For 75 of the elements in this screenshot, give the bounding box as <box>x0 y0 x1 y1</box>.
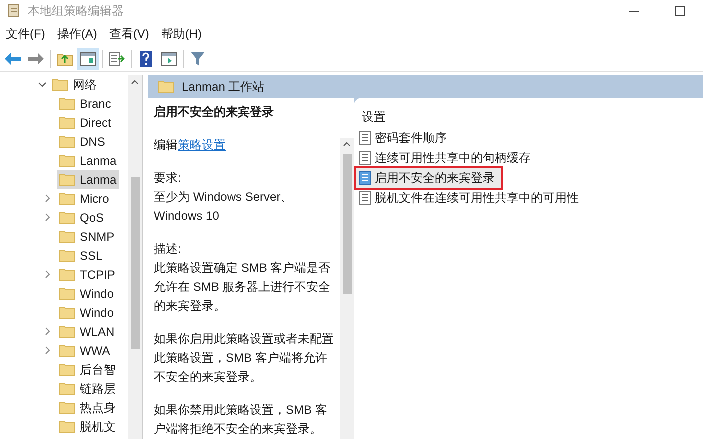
window-title: 本地组策略编辑器 <box>28 3 124 20</box>
folder-icon <box>59 192 75 205</box>
description-text: 如果你启用此策略设置或者未配置此策略设置，SMB 客户端将允许不安全的来宾登录。 <box>154 331 335 386</box>
tree-item[interactable]: Branc <box>57 94 114 113</box>
chevron-right-icon[interactable] <box>43 346 52 355</box>
tree-item[interactable]: Direct <box>57 113 114 132</box>
description-text: 此策略设置确定 SMB 客户端是否允许在 SMB 服务器上进行不安全的来宾登录。 <box>154 260 332 315</box>
show-hide-tree-button[interactable] <box>77 48 99 70</box>
description-text: 如果你禁用此策略设置，SMB 客户端将拒绝不安全的来宾登录。 <box>154 402 328 438</box>
folder-icon <box>59 135 75 148</box>
column-header[interactable]: 设置 <box>356 106 703 128</box>
folder-icon <box>59 268 75 281</box>
scrollbar[interactable] <box>340 138 354 439</box>
minimize-icon <box>629 10 639 12</box>
setting-item[interactable]: 密码套件顺序 <box>356 128 703 148</box>
folder-icon <box>59 211 75 224</box>
folder-icon <box>59 325 75 338</box>
folder-icon <box>59 363 75 376</box>
folder-icon <box>59 382 75 395</box>
chevron-right-icon[interactable] <box>43 327 52 336</box>
folder-icon <box>52 78 68 91</box>
folder-icon <box>59 97 75 110</box>
folder-icon <box>59 401 75 414</box>
requirements-text: 至少为 Windows Server、Windows 10 <box>154 189 294 225</box>
tree-item[interactable]: 热点身 <box>57 398 118 417</box>
tree-item[interactable]: TCPIP <box>57 265 118 284</box>
chevron-down-icon[interactable] <box>38 80 47 89</box>
policy-document-icon <box>359 191 371 205</box>
tree-item[interactable]: SSL <box>57 246 105 265</box>
tree-item[interactable]: 后台智 <box>57 360 118 379</box>
tree-item[interactable]: 网络 <box>73 76 97 94</box>
folder-icon <box>59 287 75 300</box>
setting-item[interactable]: 启用不安全的来宾登录 <box>356 168 501 188</box>
tree-item[interactable]: Micro <box>57 189 112 208</box>
tree-item[interactable]: 脱机文 <box>57 417 118 436</box>
folder-icon <box>59 344 75 357</box>
pane-header: Lanman 工作站 <box>182 78 265 96</box>
tree-item[interactable]: Windo <box>57 284 116 303</box>
tree-item[interactable]: SNMP <box>57 227 117 246</box>
tree-item[interactable]: Lanma <box>57 151 119 170</box>
menu-item[interactable]: 操作(A) <box>51 22 104 46</box>
maximize-icon <box>675 6 685 16</box>
tree-item[interactable]: Windo <box>57 303 116 322</box>
folder-icon <box>59 420 75 433</box>
folder-icon <box>59 306 75 319</box>
menu-item[interactable]: 帮助(H) <box>155 22 208 46</box>
tree-item[interactable]: Lanma <box>57 170 119 189</box>
setting-item[interactable]: 连续可用性共享中的句柄缓存 <box>356 148 703 168</box>
requirements-label: 要求: <box>154 170 182 187</box>
folder-icon <box>59 173 75 186</box>
policy-document-icon <box>359 131 371 145</box>
policy-document-icon <box>359 151 371 165</box>
chevron-right-icon[interactable] <box>43 213 52 222</box>
chevron-right-icon[interactable] <box>43 270 52 279</box>
tree-item[interactable]: DNS <box>57 132 108 151</box>
folder-icon <box>59 154 75 167</box>
description-label: 描述: <box>154 241 182 258</box>
setting-item[interactable]: 脱机文件在连续可用性共享中的可用性 <box>356 188 703 208</box>
tree-item[interactable]: QoS <box>57 208 106 227</box>
edit-label: 编辑 <box>154 137 178 154</box>
policy-settings-link[interactable]: 策略设置 <box>178 136 226 155</box>
folder-icon <box>59 116 75 129</box>
tree-item[interactable]: WWA <box>57 341 112 360</box>
folder-icon <box>59 249 75 262</box>
chevron-right-icon[interactable] <box>43 194 52 203</box>
scrollbar[interactable] <box>128 75 142 439</box>
folder-icon <box>158 80 174 93</box>
policy-title: 启用不安全的来宾登录 <box>154 104 275 121</box>
app-icon <box>8 4 20 18</box>
folder-icon <box>59 230 75 243</box>
tree-item[interactable]: WLAN <box>57 322 117 341</box>
menu-item[interactable]: 查看(V) <box>103 22 156 46</box>
tree-item[interactable]: 链路层 <box>57 379 118 398</box>
menu-item[interactable]: 文件(F) <box>0 22 52 46</box>
policy-document-icon <box>359 171 371 185</box>
